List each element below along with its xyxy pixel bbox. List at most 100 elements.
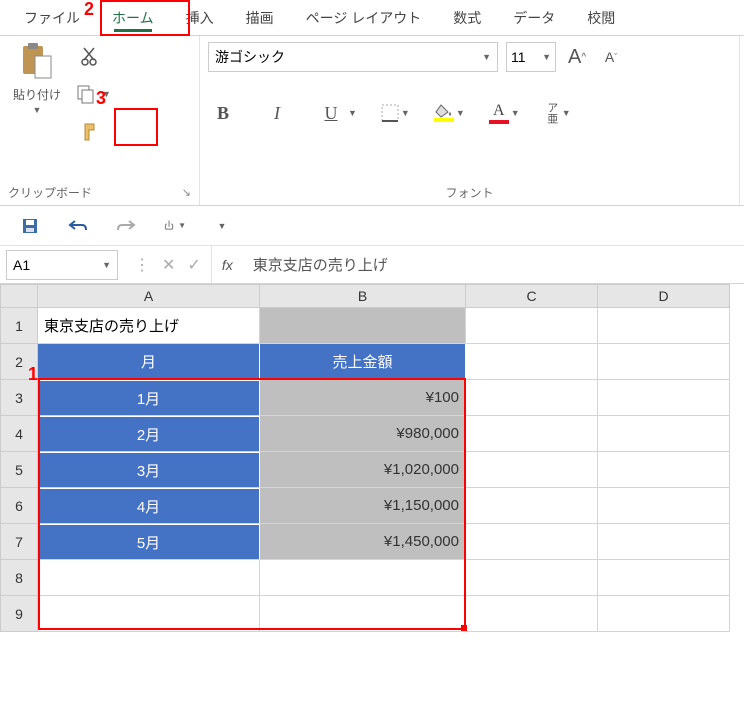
cut-button[interactable] [77,42,105,70]
cell-D3[interactable] [598,380,730,416]
cell-D2[interactable] [598,344,730,380]
cell-C6[interactable] [466,488,598,524]
cell-B4[interactable]: ¥980,000 [260,416,466,452]
col-header-D[interactable]: D [598,284,730,308]
tab-page-layout[interactable]: ページ レイアウト [290,2,438,34]
cell-D8[interactable] [598,560,730,596]
annotation-label-3: 3 [96,88,106,109]
row-header-7[interactable]: 7 [0,524,38,560]
chevron-down-icon[interactable]: ▼ [562,108,571,118]
cell-B6[interactable]: ¥1,150,000 [260,488,466,524]
row-header-6[interactable]: 6 [0,488,38,524]
fb-more-icon[interactable]: ⋮ [134,255,150,275]
tab-review[interactable]: 校閲 [571,2,631,34]
cell-B1[interactable] [260,308,466,344]
touch-mode-button[interactable]: ▼ [162,214,186,238]
tab-insert[interactable]: 挿入 [170,2,230,34]
cell-A9[interactable] [38,596,260,632]
fill-icon [434,104,454,122]
border-button[interactable]: ▼ [381,104,410,122]
tab-formulas[interactable]: 数式 [437,2,497,34]
row-header-1[interactable]: 1 [0,308,38,344]
select-all-corner[interactable] [0,284,38,308]
chevron-down-icon[interactable]: ▼ [348,108,357,118]
fx-label[interactable]: fx [212,257,243,273]
row-header-4[interactable]: 4 [0,416,38,452]
clipboard-group: 貼り付け ▼ ▼ クリップボード ↘ [0,36,200,205]
border-icon [381,104,399,122]
cell-B2[interactable]: 売上金額 [260,344,466,380]
bold-button[interactable]: B [208,98,238,128]
accept-icon[interactable]: ✓ [187,255,200,275]
chevron-down-icon[interactable]: ▼ [511,108,520,118]
increase-font-button[interactable]: A^ [564,44,590,70]
fill-color-button[interactable]: ▼ [434,104,465,122]
col-header-C[interactable]: C [466,284,598,308]
annotation-label-2: 2 [84,0,94,20]
cell-C2[interactable] [466,344,598,380]
cell-C9[interactable] [466,596,598,632]
cell-A3[interactable]: 1月 [38,380,260,416]
cell-A8[interactable] [38,560,260,596]
font-name-select[interactable]: 游ゴシック ▼ [208,42,498,72]
paste-button[interactable]: 貼り付け ▼ [8,42,66,115]
row-header-8[interactable]: 8 [0,560,38,596]
save-button[interactable] [18,214,42,238]
qat-customize-button[interactable]: ▼ [210,214,234,238]
chevron-down-icon[interactable]: ▼ [456,108,465,118]
chevron-down-icon[interactable]: ▼ [401,108,410,118]
chevron-down-icon: ▼ [542,52,551,62]
col-header-B[interactable]: B [260,284,466,308]
font-size-select[interactable]: 11 ▼ [506,42,556,72]
cell-D4[interactable] [598,416,730,452]
phonetic-button[interactable]: ア亜 ▼ [544,102,571,124]
cancel-icon[interactable]: ✕ [162,255,175,275]
cell-C7[interactable] [466,524,598,560]
cell-A6[interactable]: 4月 [38,488,260,524]
row-header-3[interactable]: 3 [0,380,38,416]
cell-D9[interactable] [598,596,730,632]
spreadsheet-grid: A B C D 1 東京支店の売り上げ 2 月 売上金額 3 1月 ¥100 4… [0,284,744,632]
undo-button[interactable] [66,214,90,238]
formula-input[interactable]: 東京支店の売り上げ [243,246,744,283]
cell-A2[interactable]: 月 [38,344,260,380]
cell-A5[interactable]: 3月 [38,452,260,488]
row-header-5[interactable]: 5 [0,452,38,488]
dialog-launcher-icon[interactable]: ↘ [182,186,191,199]
tab-data[interactable]: データ [497,2,571,34]
cell-D6[interactable] [598,488,730,524]
cell-C4[interactable] [466,416,598,452]
cell-B3[interactable]: ¥100 [260,380,466,416]
redo-button[interactable] [114,214,138,238]
cell-D7[interactable] [598,524,730,560]
cell-A4[interactable]: 2月 [38,416,260,452]
name-box[interactable]: A1 ▼ [6,250,118,280]
font-color-button[interactable]: A ▼ [489,102,520,124]
cell-B9[interactable] [260,596,466,632]
cell-C8[interactable] [466,560,598,596]
tab-draw[interactable]: 描画 [230,2,290,34]
chevron-down-icon[interactable]: ▼ [33,105,42,115]
cell-A1[interactable]: 東京支店の売り上げ [38,308,260,344]
cell-C3[interactable] [466,380,598,416]
tab-home[interactable]: ホーム [96,2,170,34]
cell-B5[interactable]: ¥1,020,000 [260,452,466,488]
cell-C1[interactable] [466,308,598,344]
row-header-9[interactable]: 9 [0,596,38,632]
underline-button[interactable]: U ▼ [316,98,357,128]
tab-file[interactable]: ファイル [8,2,96,34]
format-painter-button[interactable] [77,118,105,146]
cell-B7[interactable]: ¥1,450,000 [260,524,466,560]
chevron-down-icon: ▼ [102,260,111,270]
formula-bar: A1 ▼ ⋮ ✕ ✓ fx 東京支店の売り上げ [0,246,744,284]
cell-D5[interactable] [598,452,730,488]
italic-button[interactable]: I [262,98,292,128]
decrease-font-button[interactable]: Aˇ [598,44,624,70]
cell-C5[interactable] [466,452,598,488]
cell-B8[interactable] [260,560,466,596]
font-group: 游ゴシック ▼ 11 ▼ A^ Aˇ B I U ▼ ▼ [200,36,740,205]
col-header-A[interactable]: A [38,284,260,308]
cell-A7[interactable]: 5月 [38,524,260,560]
cell-D1[interactable] [598,308,730,344]
font-color-icon: A [489,102,509,124]
